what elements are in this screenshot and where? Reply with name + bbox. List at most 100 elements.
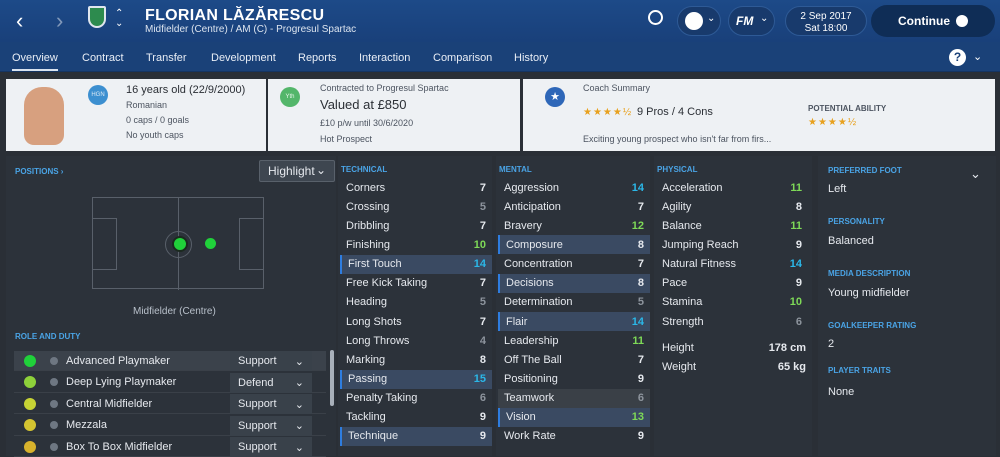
attribute-name: Technique xyxy=(348,430,399,443)
search-icon[interactable] xyxy=(648,10,663,25)
duty-select[interactable]: Support ⌄ xyxy=(230,394,312,415)
attribute-row-acceleration[interactable]: Acceleration 11 xyxy=(656,178,808,197)
roles-scrollbar[interactable] xyxy=(330,350,334,406)
attribute-row-passing[interactable]: Passing 15 xyxy=(340,369,492,389)
attribute-row-technique[interactable]: Technique 9 xyxy=(340,426,492,446)
attribute-name: Long Throws xyxy=(346,334,410,347)
chevron-down-icon[interactable]: ⌄ xyxy=(973,50,982,63)
attribute-row-natural-fitness[interactable]: Natural Fitness 14 xyxy=(656,255,808,274)
attribute-row-aggression[interactable]: Aggression 14 xyxy=(498,178,650,197)
chevron-up-down-icon[interactable]: ⌃ ⌄ xyxy=(115,9,123,29)
personality-label: PERSONALITY xyxy=(828,217,885,226)
height-value: 178 cm xyxy=(768,341,806,354)
tab-overview[interactable]: Overview xyxy=(12,52,58,71)
duty-label: Support xyxy=(238,355,277,367)
chevron-down-icon: ⌄ xyxy=(294,441,304,454)
tab-transfer[interactable]: Transfer xyxy=(146,52,187,64)
attribute-value: 5 xyxy=(479,296,486,309)
attribute-value: 10 xyxy=(473,238,486,251)
attribute-row-stamina[interactable]: Stamina 10 xyxy=(656,293,808,312)
traits-value: None xyxy=(828,386,855,398)
contracted-text: Contracted to Progresul Spartac xyxy=(320,83,449,93)
attribute-name: Passing xyxy=(348,373,388,385)
tab-development[interactable]: Development xyxy=(211,52,276,64)
time-text: Sat 18:00 xyxy=(804,23,848,34)
attribute-row-corners[interactable]: Corners 7 xyxy=(340,178,492,197)
info-icon[interactable] xyxy=(50,442,58,451)
duty-select[interactable]: Defend ⌄ xyxy=(230,372,312,393)
attribute-row-composure[interactable]: Composure 8 xyxy=(498,235,650,255)
attribute-name: Strength xyxy=(662,315,704,328)
continue-button[interactable]: Continue xyxy=(871,5,995,37)
attribute-row-determination[interactable]: Determination 5 xyxy=(498,293,650,312)
tab-comparison[interactable]: Comparison xyxy=(433,52,492,64)
profile-panel: PREFERRED FOOT ⌄ Left PERSONALITY Balanc… xyxy=(818,156,996,456)
fm-menu-button[interactable]: FM ⌄ xyxy=(728,6,775,36)
positions-label[interactable]: POSITIONS › xyxy=(15,167,63,176)
forward-icon[interactable]: › xyxy=(56,10,63,32)
attribute-row-pace[interactable]: Pace 9 xyxy=(656,274,808,293)
attribute-name: Agility xyxy=(662,200,692,213)
attribute-row-long-throws[interactable]: Long Throws 4 xyxy=(340,331,492,350)
duty-select[interactable]: Support ⌄ xyxy=(230,415,312,436)
attribute-row-penalty-taking[interactable]: Penalty Taking 6 xyxy=(340,389,492,408)
attribute-row-strength[interactable]: Strength 6 xyxy=(656,312,808,331)
attribute-name: Long Shots xyxy=(346,315,402,328)
attribute-row-concentration[interactable]: Concentration 7 xyxy=(498,255,650,274)
attribute-row-work-rate[interactable]: Work Rate 9 xyxy=(498,427,650,446)
attribute-row-marking[interactable]: Marking 8 xyxy=(340,350,492,369)
attribute-row-tackling[interactable]: Tackling 9 xyxy=(340,408,492,427)
tab-contract[interactable]: Contract xyxy=(82,52,124,64)
attribute-row-anticipation[interactable]: Anticipation 7 xyxy=(498,197,650,216)
role-name: Advanced Playmaker xyxy=(66,354,170,367)
attribute-row-balance[interactable]: Balance 11 xyxy=(656,216,808,235)
help-icon[interactable]: ? xyxy=(949,49,966,66)
attribute-row-positioning[interactable]: Positioning 9 xyxy=(498,370,650,389)
duty-select[interactable]: Support ⌄ xyxy=(230,351,312,371)
attribute-value: 8 xyxy=(637,238,644,251)
personality-value: Balanced xyxy=(828,235,874,247)
attribute-row-long-shots[interactable]: Long Shots 7 xyxy=(340,312,492,331)
tab-interaction[interactable]: Interaction xyxy=(359,52,410,64)
attribute-row-vision[interactable]: Vision 13 xyxy=(498,407,650,427)
attribute-row-first-touch[interactable]: First Touch 14 xyxy=(340,254,492,274)
weight-row: Weight 65 kg xyxy=(656,357,812,376)
attribute-row-leadership[interactable]: Leadership 11 xyxy=(498,331,650,350)
club-crest xyxy=(88,6,106,28)
globe-button[interactable]: ⌄ xyxy=(677,6,721,36)
attribute-row-jumping-reach[interactable]: Jumping Reach 9 xyxy=(656,235,808,254)
attribute-row-dribbling[interactable]: Dribbling 7 xyxy=(340,216,492,235)
info-icon[interactable] xyxy=(50,421,58,430)
attribute-row-heading[interactable]: Heading 5 xyxy=(340,293,492,312)
attribute-value: 9 xyxy=(479,411,486,424)
tab-history[interactable]: History xyxy=(514,52,548,64)
attribute-row-off-the-ball[interactable]: Off The Ball 7 xyxy=(498,350,650,369)
attribute-name: Finishing xyxy=(346,238,391,251)
attribute-row-flair[interactable]: Flair 14 xyxy=(498,312,650,332)
attribute-row-finishing[interactable]: Finishing 10 xyxy=(340,235,492,254)
tab-reports[interactable]: Reports xyxy=(298,52,337,64)
duty-select[interactable]: Support ⌄ xyxy=(230,437,312,457)
highlight-dropdown[interactable]: Highlight ⌄ xyxy=(259,160,335,182)
wage-text: £10 p/w until 30/6/2020 xyxy=(320,118,414,128)
attribute-value: 8 xyxy=(795,200,802,213)
attribute-value: 9 xyxy=(795,277,802,290)
info-icon[interactable] xyxy=(50,378,58,387)
attribute-name: Free Kick Taking xyxy=(346,277,428,290)
attribute-value: 7 xyxy=(637,258,644,271)
attribute-row-crossing[interactable]: Crossing 5 xyxy=(340,197,492,216)
attribute-value: 7 xyxy=(479,277,486,290)
info-icon[interactable] xyxy=(50,356,58,365)
back-icon[interactable]: ‹ xyxy=(16,10,23,32)
info-icon[interactable] xyxy=(50,399,58,408)
attribute-row-agility[interactable]: Agility 8 xyxy=(656,197,808,216)
attribute-row-decisions[interactable]: Decisions 8 xyxy=(498,273,650,293)
attribute-row-bravery[interactable]: Bravery 12 xyxy=(498,216,650,235)
attribute-name: Leadership xyxy=(504,334,559,347)
attribute-value: 11 xyxy=(790,181,802,194)
chevron-down-icon: ⌄ xyxy=(760,13,769,24)
attribute-value: 7 xyxy=(637,200,644,213)
attribute-row-free-kick-taking[interactable]: Free Kick Taking 7 xyxy=(340,274,492,293)
chevron-down-icon[interactable]: ⌄ xyxy=(970,166,981,182)
attribute-row-teamwork[interactable]: Teamwork 6 xyxy=(498,388,650,408)
